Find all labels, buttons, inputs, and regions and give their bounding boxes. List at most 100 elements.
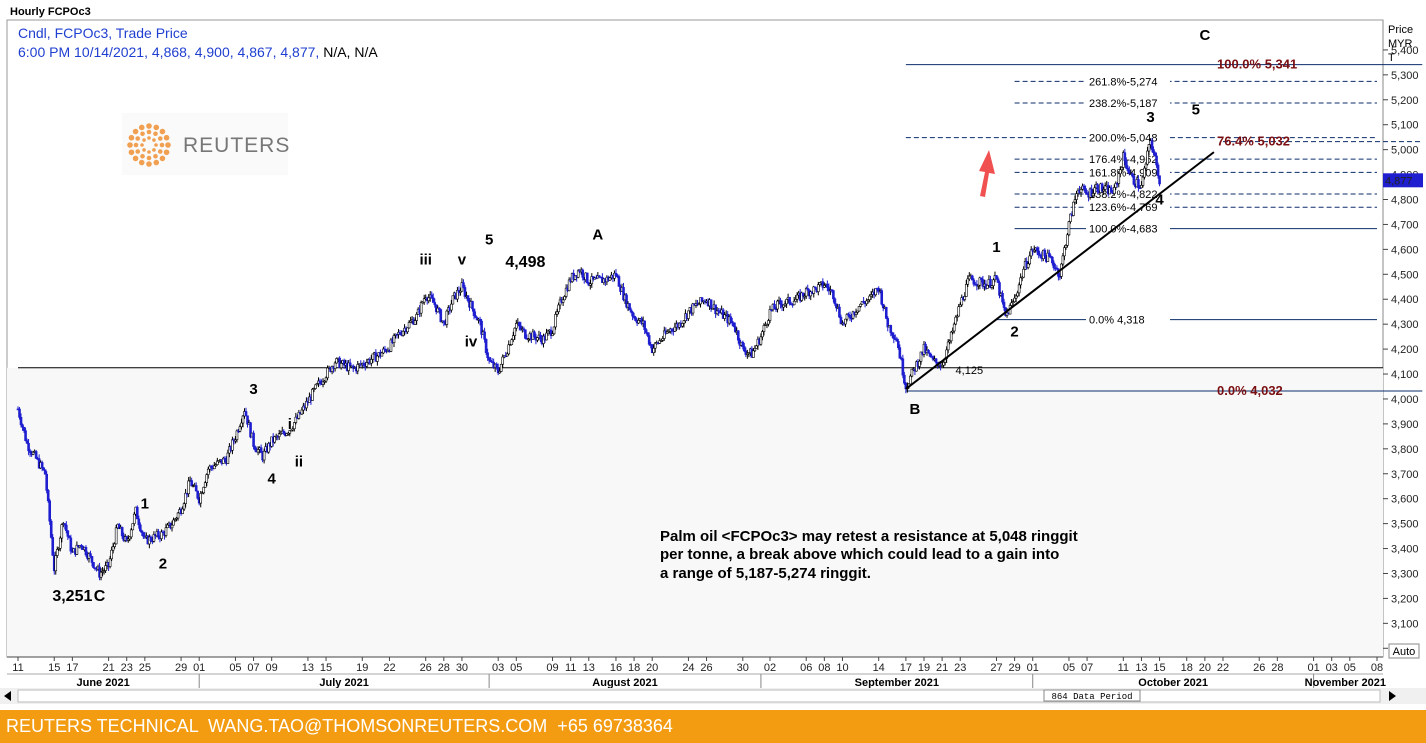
candle-body xyxy=(510,339,514,345)
candle-body xyxy=(1132,175,1136,185)
candle-body xyxy=(1052,262,1056,269)
lower-shade xyxy=(7,367,1383,657)
x-tick-label: 20 xyxy=(646,662,658,674)
y-tick-label: 3,700 xyxy=(1391,469,1419,481)
candle-body xyxy=(1096,184,1099,192)
reuters-logo-dot xyxy=(140,153,145,159)
candle-body xyxy=(439,309,443,323)
candle-body xyxy=(682,320,686,324)
candle-body xyxy=(259,447,263,453)
candle-body xyxy=(1147,144,1151,152)
candle-body xyxy=(1112,187,1116,194)
reuters-watermark: REUTERS xyxy=(122,113,289,175)
fib-main-label: 76.4% 5,032 xyxy=(1217,134,1290,149)
candle-body xyxy=(966,278,970,285)
candle-body xyxy=(889,325,893,334)
candle-body xyxy=(555,311,559,315)
month-label: November 2021 xyxy=(1305,677,1386,689)
y-tick-label: 3,600 xyxy=(1391,494,1419,506)
candle-body xyxy=(972,279,976,285)
candle-body xyxy=(1150,140,1154,150)
candle-body xyxy=(857,306,861,312)
candle-body xyxy=(462,282,465,288)
candle-body xyxy=(240,422,243,428)
x-tick-label: 28 xyxy=(1271,662,1283,674)
reuters-logo-dot xyxy=(159,142,165,148)
candle-body xyxy=(752,350,755,358)
candle-body xyxy=(954,316,958,325)
candle-body xyxy=(181,508,184,514)
candle-body xyxy=(463,287,467,297)
scrollbar-thumb[interactable] xyxy=(17,689,1381,703)
candle-body xyxy=(89,553,92,557)
candle-body xyxy=(1073,199,1077,203)
candle-body xyxy=(608,277,612,281)
candle-body xyxy=(244,411,248,417)
candle-body xyxy=(499,363,503,372)
candle-body xyxy=(111,546,115,551)
candle-body xyxy=(759,336,763,345)
wave-label: C xyxy=(1199,27,1210,44)
candle-body xyxy=(25,440,29,444)
candle-body xyxy=(949,331,953,342)
reuters-logo-dot xyxy=(159,128,166,135)
candle-body xyxy=(892,335,896,339)
candle-body xyxy=(483,331,486,340)
candle-body xyxy=(838,306,841,318)
candle-body xyxy=(129,529,133,538)
candle-body xyxy=(131,523,135,531)
candle-body xyxy=(324,377,328,382)
y-tick-label: 3,500 xyxy=(1391,519,1419,531)
candle-body xyxy=(1063,247,1066,257)
candle-body xyxy=(552,326,556,335)
candle-body xyxy=(206,468,210,475)
candle-body xyxy=(585,272,589,284)
candle-body xyxy=(113,543,116,547)
month-label: August 2021 xyxy=(592,677,657,689)
auto-scale-button[interactable]: Auto xyxy=(1388,643,1420,659)
candle-body xyxy=(792,300,796,306)
candle-body xyxy=(1022,268,1025,278)
candle-body xyxy=(65,524,68,532)
wave-label: B xyxy=(910,401,921,418)
y-tick-label: 4,600 xyxy=(1391,244,1419,256)
candle-body xyxy=(1082,185,1086,189)
reuters-logo-dot xyxy=(153,153,158,159)
y-tick-label: 3,400 xyxy=(1391,544,1419,556)
candle-body xyxy=(43,469,47,475)
x-tick-label: 26 xyxy=(700,662,712,674)
candle-body xyxy=(194,485,198,492)
candle-body xyxy=(333,362,337,369)
fib-ext-label: 0.0% 4,318 xyxy=(1089,315,1145,327)
candle-body xyxy=(471,301,474,310)
candle-body xyxy=(108,558,112,567)
candle-body xyxy=(293,422,296,430)
y-tick-label: 4,000 xyxy=(1391,394,1419,406)
candle-body xyxy=(637,320,640,324)
candle-body xyxy=(1128,170,1131,175)
candle-body xyxy=(533,331,536,338)
x-tick-label: 15 xyxy=(1153,662,1165,674)
candle-body xyxy=(1043,249,1047,257)
candle-body xyxy=(1016,292,1019,297)
x-tick-label: 22 xyxy=(1217,662,1229,674)
y-tick-label: 5,200 xyxy=(1391,95,1419,107)
candle-body xyxy=(927,349,930,354)
x-tick-label: 20 xyxy=(1199,662,1211,674)
reuters-logo-dot xyxy=(152,148,156,152)
candle-body xyxy=(339,362,343,369)
candle-body xyxy=(445,310,449,325)
candle-body xyxy=(801,292,805,297)
candle-body xyxy=(139,524,142,532)
x-tick-label: 23 xyxy=(121,662,133,674)
x-tick-label: 07 xyxy=(247,662,259,674)
candle-body xyxy=(21,424,24,428)
candle-body xyxy=(472,308,476,316)
x-tick-label: 18 xyxy=(1181,662,1193,674)
reuters-logo-dot xyxy=(154,143,158,147)
candle-body xyxy=(1019,277,1022,286)
current-price-label: 4,877 xyxy=(1385,175,1413,187)
month-label: July 2021 xyxy=(319,677,369,689)
candle-body xyxy=(957,306,961,317)
x-tick-label: 29 xyxy=(1008,662,1020,674)
